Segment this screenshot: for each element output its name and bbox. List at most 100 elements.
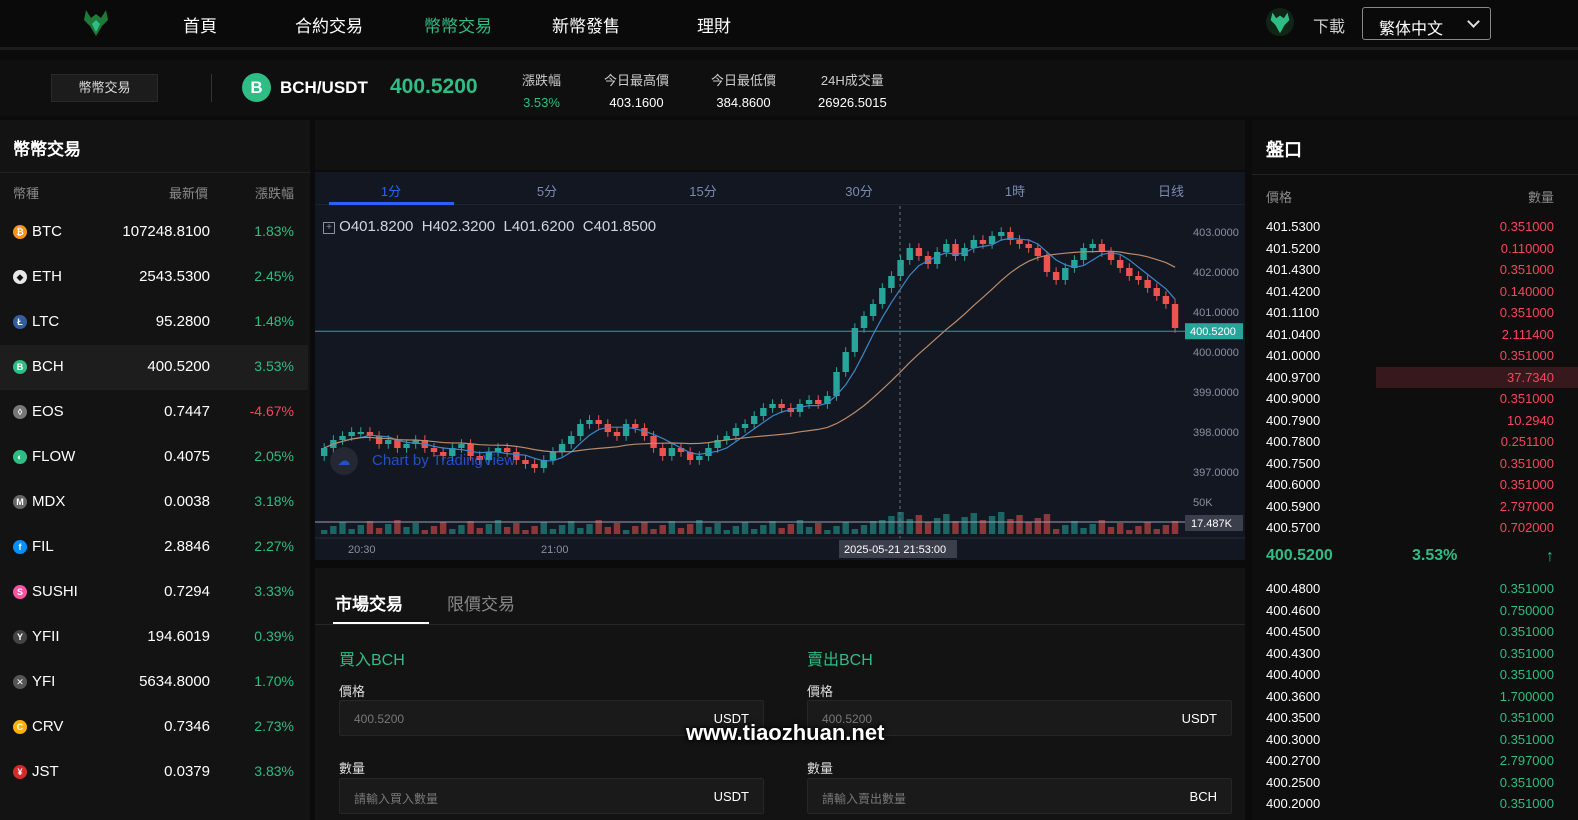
ask-row[interactable]: 400.6000 0.351000 — [1252, 474, 1578, 495]
coin-name: MDX — [32, 493, 66, 510]
volume-bar — [686, 524, 694, 534]
download-link[interactable]: 下載 — [1313, 13, 1345, 37]
market-row[interactable]: ◐ FLOW 0.4075 2.05% — [0, 435, 308, 480]
candle-body — [769, 404, 776, 408]
bid-row[interactable]: 400.4000 0.351000 — [1252, 664, 1578, 685]
tab-market-trade[interactable]: 市場交易 — [335, 590, 403, 615]
stat-value: 384.8600 — [716, 95, 771, 110]
volume-bar — [805, 527, 813, 534]
bid-row[interactable]: 400.2500 0.351000 — [1252, 772, 1578, 793]
ask-row[interactable]: 401.4300 0.351000 — [1252, 259, 1578, 280]
market-row[interactable]: Y YFII 194.6019 0.39% — [0, 615, 308, 660]
ask-row[interactable]: 401.5200 0.110000 — [1252, 238, 1578, 259]
volume-bar — [1171, 521, 1179, 534]
tab-limit-trade[interactable]: 限價交易 — [447, 590, 515, 615]
coin-change: 3.83% — [254, 763, 294, 779]
sell-qty-input[interactable]: 請輸入賣出數量 BCH — [807, 778, 1232, 814]
sell-price-label: 價格 — [807, 684, 834, 699]
x-tick-label: 20:30 — [348, 544, 376, 556]
ask-row[interactable]: 400.9700 37.7340 — [1252, 366, 1578, 388]
bid-row[interactable]: 400.4500 0.351000 — [1252, 621, 1578, 642]
stat-label: 今日最高價 — [604, 73, 670, 88]
volume-bar — [1062, 525, 1069, 534]
candle-body — [586, 420, 593, 424]
ask-row[interactable]: 400.5900 2.797000 — [1252, 496, 1578, 517]
ask-price: 400.9000 — [1266, 391, 1321, 406]
bid-row[interactable]: 400.3500 0.351000 — [1252, 707, 1578, 728]
nav-item-4[interactable]: 理財 — [697, 12, 731, 37]
market-row[interactable]: ◊ EOS 0.7447 -4.67% — [0, 390, 308, 435]
bid-row[interactable]: 400.4800 0.351000 — [1252, 578, 1578, 599]
mid-change: 3.53% — [1412, 547, 1458, 564]
candle-body — [879, 288, 886, 304]
market-row[interactable]: M MDX 0.0038 3.18% — [0, 480, 308, 525]
candle-body — [375, 436, 383, 444]
candle-body — [1016, 240, 1023, 244]
ask-row[interactable]: 401.0400 2.111400 — [1252, 324, 1578, 345]
ask-row[interactable]: 400.9000 0.351000 — [1252, 388, 1578, 409]
market-row[interactable]: f FIL 2.8846 2.27% — [0, 525, 308, 570]
download-app-icon[interactable] — [1265, 7, 1295, 37]
ask-row[interactable]: 401.4200 0.140000 — [1252, 281, 1578, 302]
market-row[interactable]: C CRV 0.7346 2.73% — [0, 705, 308, 750]
brand-logo-icon[interactable] — [80, 6, 112, 38]
bid-row[interactable]: 400.3000 0.351000 — [1252, 729, 1578, 750]
ask-price: 401.4300 — [1266, 262, 1321, 277]
candle-body — [385, 440, 392, 444]
bid-row[interactable]: 400.2700 2.797000 — [1252, 750, 1578, 771]
tradingview-attribution[interactable]: ☁ Chart by TradingView — [330, 447, 515, 475]
market-row[interactable]: Ł LTC 95.2800 1.48% — [0, 300, 308, 345]
coin-change: 1.83% — [254, 223, 294, 239]
crv-coin-icon: C — [13, 720, 27, 734]
buy-qty-input[interactable]: 請輸入買入數量 USDT — [339, 778, 764, 814]
nav-item-0[interactable]: 首頁 — [183, 12, 217, 37]
stat-volume: 24H成交量 26926.5015 — [818, 70, 887, 110]
volume-bar — [769, 521, 776, 534]
bid-price: 400.3500 — [1266, 710, 1321, 725]
bch-coin-icon: B — [13, 360, 27, 374]
nav-item-2[interactable]: 幣幣交易 — [424, 12, 492, 37]
ask-row[interactable]: 400.7800 0.251100 — [1252, 431, 1578, 452]
bid-row[interactable]: 400.4300 0.351000 — [1252, 643, 1578, 664]
coin-price: 0.0038 — [164, 493, 210, 510]
bid-row[interactable]: 400.2000 0.351000 — [1252, 793, 1578, 814]
candle-body — [1089, 244, 1096, 248]
market-row[interactable]: S SUSHI 0.7294 3.33% — [0, 570, 308, 615]
market-row[interactable]: ¥ JST 0.0379 3.83% — [0, 750, 308, 795]
ask-row[interactable]: 401.0000 0.351000 — [1252, 345, 1578, 366]
volume-bar — [760, 525, 767, 534]
ask-row[interactable]: 400.7500 0.351000 — [1252, 453, 1578, 474]
yfii-coin-icon: Y — [13, 630, 27, 644]
bid-price: 400.4300 — [1266, 645, 1321, 661]
market-row[interactable]: ◆ ETH 2543.5300 2.45% — [0, 255, 308, 300]
bid-qty: 0.351000 — [1499, 667, 1554, 682]
bid-row[interactable]: 400.4600 0.750000 — [1252, 600, 1578, 621]
ask-row[interactable]: 401.1100 0.351000 — [1252, 302, 1578, 323]
ask-price: 400.5900 — [1266, 498, 1321, 514]
bid-qty: 0.750000 — [1499, 602, 1554, 618]
volume-bar — [586, 524, 593, 534]
volume-bar — [522, 530, 529, 534]
language-select[interactable]: 繁体中文 — [1362, 7, 1491, 40]
candle-body — [915, 248, 923, 256]
coin-price: 0.4075 — [164, 448, 210, 465]
volume-bar — [824, 530, 831, 534]
volume-bar — [632, 526, 639, 534]
stat-label: 24H成交量 — [820, 73, 884, 88]
ask-row[interactable]: 400.7900 10.2940 — [1252, 410, 1578, 431]
coin-change: 2.45% — [254, 268, 294, 284]
market-row[interactable]: ✕ YFI 5634.8000 1.70% — [0, 660, 308, 705]
coin-price: 2543.5300 — [139, 268, 210, 285]
nav-item-1[interactable]: 合約交易 — [295, 12, 363, 37]
ask-row[interactable]: 400.5700 0.702000 — [1252, 517, 1578, 538]
market-row[interactable]: B BCH 400.5200 3.53% — [0, 345, 308, 390]
nav-item-3[interactable]: 新幣發售 — [552, 12, 620, 37]
price-chart[interactable]: 1分 5分 15分 30分 1時 日线 + O401.8200 H402.3200 L40… — [315, 172, 1245, 560]
volume-bar — [449, 529, 456, 534]
market-type-button[interactable]: 幣幣交易 — [51, 74, 158, 102]
market-row[interactable]: ₿ BTC 107248.8100 1.83% — [0, 210, 308, 255]
ask-row[interactable]: 401.5300 0.351000 — [1252, 216, 1578, 237]
ask-price: 401.4200 — [1266, 283, 1321, 299]
bid-row[interactable]: 400.3600 1.700000 — [1252, 686, 1578, 707]
candle-body — [549, 452, 557, 460]
